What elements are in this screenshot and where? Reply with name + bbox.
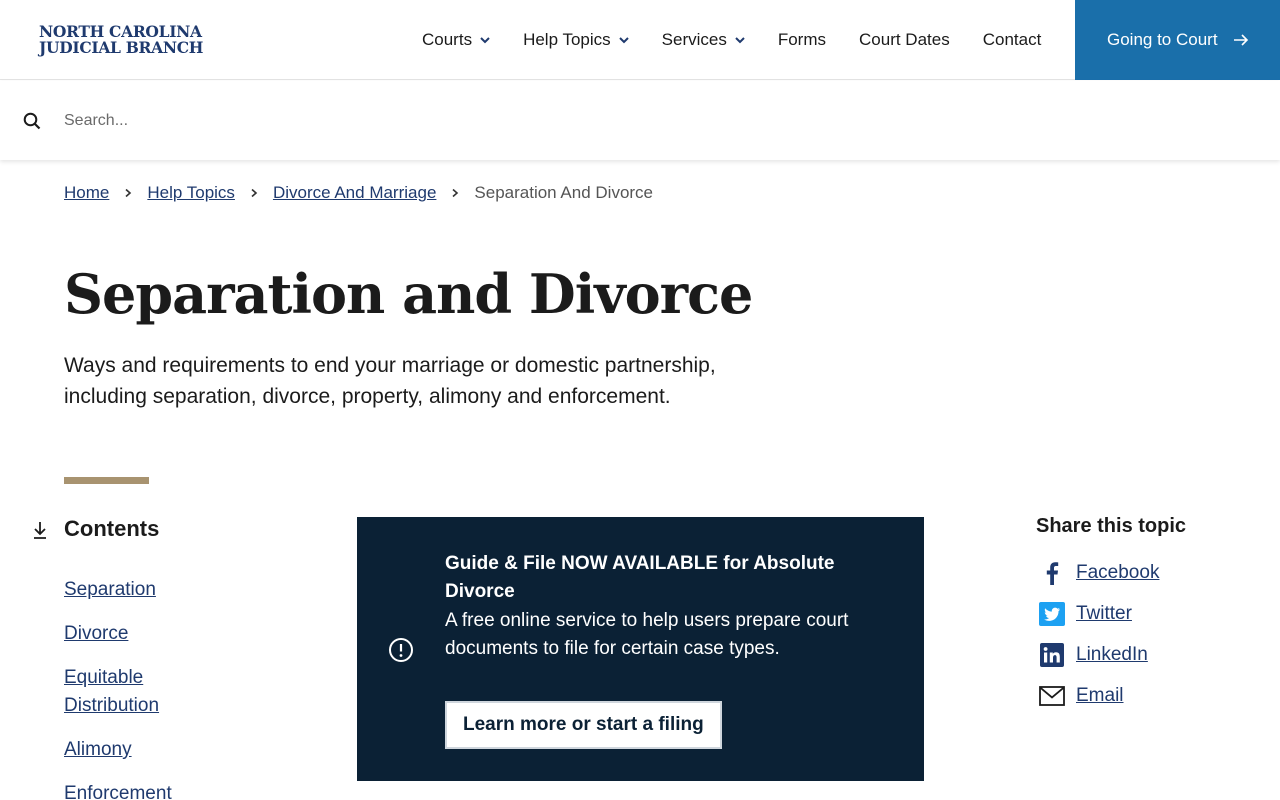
nav-label: Court Dates bbox=[859, 30, 950, 49]
nav-services[interactable]: Services bbox=[662, 30, 745, 50]
search-input[interactable] bbox=[64, 107, 1244, 135]
chevron-down-icon bbox=[480, 37, 490, 44]
alert-body: A free online service to help users prep… bbox=[445, 610, 849, 659]
share-email[interactable]: Email bbox=[1038, 681, 1159, 711]
share-link-label[interactable]: Twitter bbox=[1076, 603, 1132, 625]
nav-label: Contact bbox=[982, 30, 1042, 49]
facebook-icon bbox=[1038, 559, 1066, 587]
share-twitter[interactable]: Twitter bbox=[1038, 599, 1159, 629]
list-item: Enforcement bbox=[64, 780, 234, 800]
search-bar bbox=[0, 81, 1280, 160]
list-item: Separation bbox=[64, 576, 234, 604]
share-facebook[interactable]: Facebook bbox=[1038, 558, 1159, 588]
nav-forms[interactable]: Forms bbox=[778, 30, 826, 50]
share-link-label[interactable]: Email bbox=[1076, 685, 1124, 707]
contents-title: Contents bbox=[64, 516, 160, 541]
nav-court-dates[interactable]: Court Dates bbox=[859, 30, 950, 50]
linkedin-icon bbox=[1038, 641, 1066, 669]
breadcrumb-divorce-and-marriage[interactable]: Divorce And Marriage bbox=[273, 183, 436, 203]
nav-courts[interactable]: Courts bbox=[422, 30, 490, 50]
email-icon bbox=[1038, 682, 1066, 710]
breadcrumb-home[interactable]: Home bbox=[64, 183, 109, 203]
contents-list: Separation Divorce Equitable Distributio… bbox=[64, 576, 234, 800]
guide-file-alert: Guide & File NOW AVAILABLE for Absolute … bbox=[357, 517, 924, 781]
search-icon[interactable] bbox=[23, 112, 41, 130]
page-subtitle: Ways and requirements to end your marria… bbox=[64, 354, 716, 408]
going-to-court-button[interactable]: Going to Court bbox=[1075, 0, 1280, 80]
main-nav: Courts Help Topics Services Forms Court … bbox=[422, 0, 1041, 80]
exclamation-circle-icon bbox=[389, 638, 413, 662]
share-list: Facebook Twitter LinkedIn Email bbox=[1038, 558, 1159, 722]
site-logo[interactable]: NORTH CAROLINA JUDICIAL BRANCH bbox=[39, 24, 203, 56]
toc-link-equitable-distribution[interactable]: Equitable Distribution bbox=[64, 667, 159, 716]
alert-title: Guide & File NOW AVAILABLE for Absolute … bbox=[445, 553, 835, 602]
breadcrumb-current: Separation And Divorce bbox=[474, 183, 654, 202]
logo-line-2: JUDICIAL BRANCH bbox=[39, 38, 204, 57]
nav-label: Courts bbox=[422, 30, 473, 49]
nav-help-topics[interactable]: Help Topics bbox=[523, 30, 629, 50]
nav-label: Forms bbox=[777, 30, 827, 49]
share-link-label[interactable]: LinkedIn bbox=[1076, 644, 1148, 666]
accent-divider bbox=[64, 477, 149, 484]
learn-more-button[interactable]: Learn more or start a filing bbox=[445, 701, 722, 749]
site-header: NORTH CAROLINA JUDICIAL BRANCH Courts He… bbox=[0, 0, 1280, 80]
chevron-right-icon bbox=[125, 188, 132, 198]
chevron-right-icon bbox=[251, 188, 258, 198]
share-linkedin[interactable]: LinkedIn bbox=[1038, 640, 1159, 670]
toc-link-alimony[interactable]: Alimony bbox=[64, 739, 132, 760]
nav-label: Help Topics bbox=[523, 30, 611, 49]
arrow-down-to-line-icon[interactable] bbox=[31, 520, 49, 540]
list-item: Equitable Distribution bbox=[64, 664, 234, 720]
share-title: Share this topic bbox=[1036, 515, 1187, 537]
page-title: Separation and Divorce bbox=[64, 262, 753, 326]
twitter-icon bbox=[1038, 600, 1066, 628]
toc-link-enforcement[interactable]: Enforcement bbox=[64, 783, 172, 800]
toc-link-separation[interactable]: Separation bbox=[64, 579, 156, 600]
chevron-right-icon bbox=[452, 188, 459, 198]
toc-link-divorce[interactable]: Divorce bbox=[64, 623, 128, 644]
chevron-down-icon bbox=[618, 37, 629, 44]
breadcrumb: Home Help Topics Divorce And Marriage Se… bbox=[64, 183, 653, 203]
list-item: Alimony bbox=[64, 736, 234, 764]
nav-contact[interactable]: Contact bbox=[983, 30, 1042, 50]
arrow-right-icon bbox=[1233, 34, 1248, 46]
breadcrumb-help-topics[interactable]: Help Topics bbox=[147, 183, 235, 203]
list-item: Divorce bbox=[64, 620, 234, 648]
nav-label: Services bbox=[661, 30, 727, 49]
going-to-court-label: Going to Court bbox=[1107, 30, 1218, 49]
share-link-label[interactable]: Facebook bbox=[1076, 562, 1159, 584]
chevron-down-icon bbox=[735, 37, 745, 44]
